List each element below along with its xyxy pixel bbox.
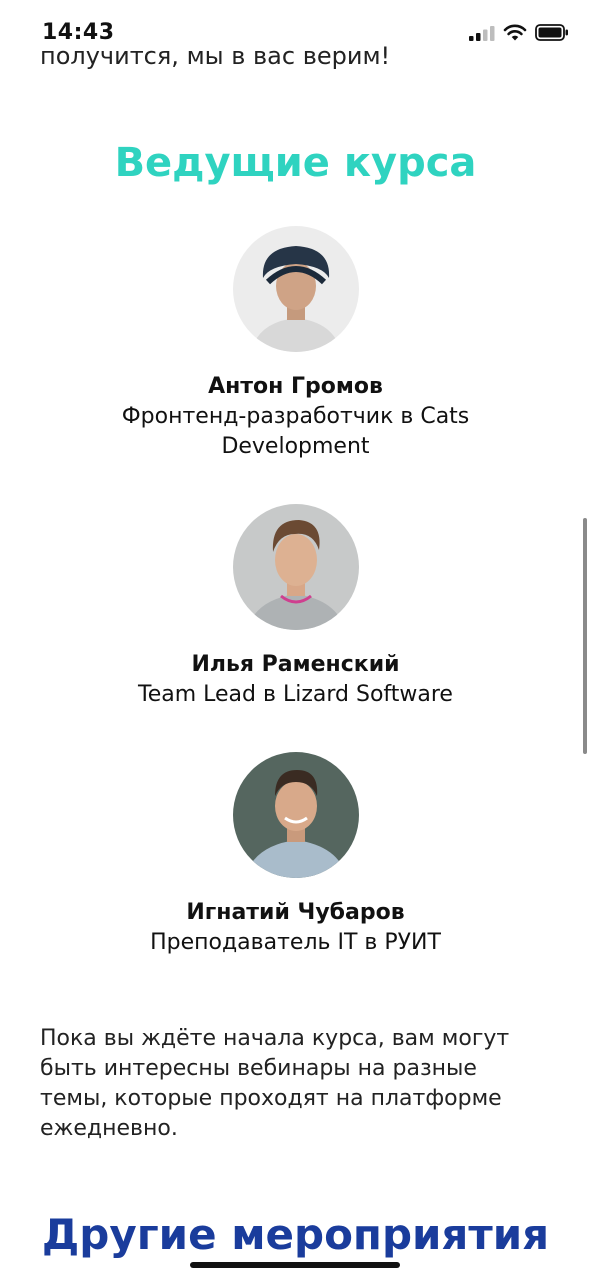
other-events-title[interactable]: Другие мероприятия xyxy=(0,1210,591,1259)
wifi-icon xyxy=(503,24,527,41)
speaker-name: Илья Раменский xyxy=(191,652,400,677)
speaker-card: Антон Громов Фронтенд-разработчик в Cats… xyxy=(0,226,591,462)
speaker-avatar xyxy=(232,226,359,352)
speaker-card: Игнатий Чубаров Преподаватель IT в РУИТ xyxy=(0,752,591,958)
intro-text-tail: получится, мы в вас верим! xyxy=(40,42,391,70)
cellular-signal-icon xyxy=(469,25,495,41)
speaker-avatar xyxy=(232,504,359,630)
avatar-photo-icon xyxy=(232,504,359,630)
speaker-role: Фронтенд-разработчик в Cats Development xyxy=(121,404,470,459)
speaker-name: Игнатий Чубаров xyxy=(186,900,405,925)
speaker-role: Преподаватель IT в РУИТ xyxy=(150,930,441,955)
speaker-card: Илья Раменский Team Lead в Lizard Softwa… xyxy=(0,504,591,710)
page: 14:43 получится, мы в вас верим! Ведущие… xyxy=(0,0,591,1280)
speaker-role: Team Lead в Lizard Software xyxy=(138,682,453,707)
section-title: Ведущие курса xyxy=(114,140,477,186)
webinars-paragraph: Пока вы ждёте начала курса, вам могут бы… xyxy=(40,1026,510,1141)
speaker-avatar xyxy=(232,752,359,878)
speaker-name: Антон Громов xyxy=(208,374,383,399)
avatar-photo-icon xyxy=(232,226,359,352)
home-indicator[interactable] xyxy=(190,1262,400,1268)
battery-icon xyxy=(535,24,568,41)
avatar-photo-icon xyxy=(232,752,359,878)
scrollbar[interactable] xyxy=(583,518,587,754)
status-icons xyxy=(469,24,569,41)
